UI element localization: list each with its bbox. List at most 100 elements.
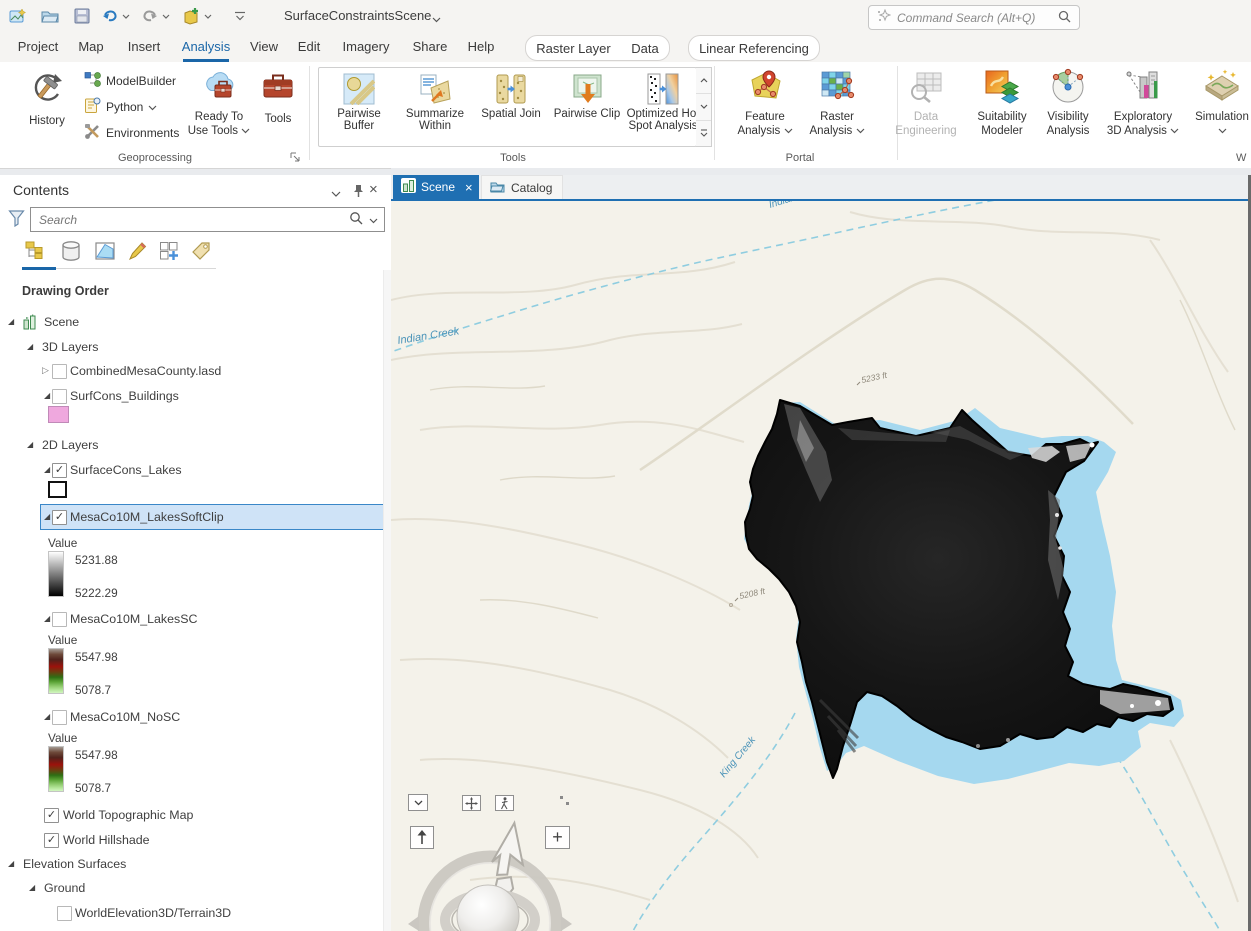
tree-item-world-hillshade[interactable]: ✓ World Hillshade [0,828,385,852]
suitability-modeler-button[interactable]: Suitability Modeler [968,66,1036,138]
close-scene-tab-icon[interactable]: × [465,180,473,195]
tree-item-surfacecons-lakes[interactable]: ◢ ✓ SurfaceCons_Lakes [0,458,385,482]
tab-editing[interactable] [124,237,150,265]
history-button[interactable]: History [18,66,76,128]
nosc-checkbox[interactable] [52,710,67,725]
nosc-color-ramp[interactable] [48,746,64,792]
navigator-east-tab[interactable] [561,916,572,931]
project-title[interactable]: SurfaceConstraintsScene [284,8,431,23]
add-data-icon[interactable] [183,7,201,25]
softclip-color-ramp[interactable] [48,551,64,597]
exploratory-3d-analysis-button[interactable]: Exploratory 3D Analysis [1106,66,1180,138]
tab-share[interactable]: Share [410,32,450,62]
pane-close-icon[interactable]: × [369,181,378,198]
tools-button[interactable]: Tools [254,66,302,126]
buildings-symbol-swatch[interactable] [48,406,69,423]
tab-help[interactable]: Help [464,32,498,62]
tab-view[interactable]: View [247,32,281,62]
walk-mode-button[interactable] [495,795,514,811]
terrain3d-checkbox[interactable] [57,906,72,921]
lakes-symbol-swatch[interactable] [48,481,67,498]
pairwise-clip-icon [549,73,625,108]
command-search[interactable]: Command Search (Alt+Q) [868,5,1080,30]
add-data-dropdown-chevron-icon[interactable] [203,7,213,25]
project-title-chevron-icon[interactable] [432,12,441,26]
tab-edit[interactable]: Edit [294,32,324,62]
expand-icon[interactable]: ◢ [8,310,14,334]
tab-insert[interactable]: Insert [124,32,164,62]
gallery-scroll-up-button[interactable] [696,68,711,94]
topo-checkbox[interactable]: ✓ [44,808,59,823]
modelbuilder-button[interactable]: ModelBuilder [84,70,176,92]
tree-item-terrain3d[interactable]: WorldElevation3D/Terrain3D [0,901,385,925]
tree-item-ground[interactable]: ◢ Ground [0,876,385,900]
feature-analysis-button[interactable]: Feature Analysis [731,66,799,138]
tree-item-2d-layers[interactable]: ◢ 2D Layers [0,433,385,457]
pan-mode-button[interactable] [462,795,481,811]
ready-to-use-tools-button[interactable]: Ready To Use Tools [185,66,253,138]
tree-item-lasd[interactable]: ▷ CombinedMesaCounty.lasd [0,359,385,383]
pairwise-clip-button[interactable]: Pairwise Clip [549,71,625,120]
tab-labeling[interactable] [188,237,214,265]
spatial-join-button[interactable]: Spatial Join [473,71,549,120]
lasd-checkbox[interactable] [52,364,67,379]
hillshade-checkbox[interactable]: ✓ [44,833,59,848]
simulation-button[interactable]: Simulation [1188,66,1251,138]
save-project-icon[interactable] [73,7,91,25]
tab-project[interactable]: Project [16,32,60,62]
tree-item-nosc[interactable]: ◢ MesaCo10M_NoSC [0,705,385,729]
undo-dropdown-chevron-icon[interactable] [121,7,131,25]
tab-data[interactable]: Data [631,41,658,56]
summarize-within-button[interactable]: Summarize Within [397,71,473,132]
tree-item-elevation-surfaces[interactable]: ◢ Elevation Surfaces [0,852,385,876]
tree-item-buildings[interactable]: ◢ SurfCons_Buildings [0,384,385,408]
tree-item-lakessc[interactable]: ◢ MesaCo10M_LakesSC [0,607,385,631]
new-project-icon[interactable] [9,7,27,25]
pairwise-buffer-button[interactable]: Pairwise Buffer [321,71,397,132]
lakes-checkbox[interactable]: ✓ [52,463,67,478]
search-chevron-icon[interactable] [369,213,378,227]
pane-chevron-icon[interactable] [331,187,341,201]
softclip-checkbox[interactable]: ✓ [52,510,67,525]
tab-drawing-order[interactable] [22,237,48,265]
open-project-icon[interactable] [41,7,59,25]
undo-icon[interactable] [101,7,119,25]
collapse-icon[interactable]: ▷ [42,359,49,383]
scene-navigator[interactable] [405,818,585,931]
command-search-placeholder: Command Search (Alt+Q) [897,11,1058,25]
tab-selection[interactable] [92,237,118,265]
tree-item-scene[interactable]: ◢ Scene [0,310,385,334]
navigator-west-tab[interactable] [408,916,419,931]
lakessc-checkbox[interactable] [52,612,67,627]
customize-quick-access-icon[interactable] [231,7,249,25]
tab-catalog-view[interactable]: Catalog [481,175,563,199]
gallery-expand-button[interactable] [696,121,711,146]
tab-imagery[interactable]: Imagery [340,32,392,62]
lakessc-color-ramp[interactable] [48,648,64,694]
tools-group-label: Tools [438,152,588,164]
tab-new-map[interactable] [156,237,182,265]
gallery-scroll-down-button[interactable] [696,94,711,120]
redo-icon[interactable] [141,7,159,25]
tab-linear-referencing[interactable]: Linear Referencing [699,41,809,56]
contents-search[interactable]: Search [30,207,385,232]
collapse-navigator-button[interactable] [408,794,428,811]
pane-pin-icon[interactable] [352,183,365,201]
tree-item-3d-layers[interactable]: ◢ 3D Layers [0,335,385,359]
tab-map[interactable]: Map [74,32,108,62]
tab-analysis[interactable]: Analysis [180,32,232,62]
tab-raster-layer[interactable]: Raster Layer [536,41,610,56]
optimized-hot-spot-button[interactable]: Optimized Hot Spot Analysis [625,71,701,132]
visibility-analysis-button[interactable]: Visibility Analysis [1034,66,1102,138]
raster-analysis-button[interactable]: Raster Analysis [803,66,871,138]
tree-item-softclip[interactable]: ◢ ✓ MesaCo10M_LakesSoftClip [0,505,385,529]
environments-button[interactable]: Environments [84,122,179,144]
tab-data-source[interactable] [58,237,84,265]
redo-dropdown-chevron-icon[interactable] [161,7,171,25]
tree-item-world-topo[interactable]: ✓ World Topographic Map [0,803,385,827]
python-button[interactable]: Python [84,96,157,118]
filter-icon[interactable] [8,209,25,230]
geoprocessing-launcher-icon[interactable] [289,151,301,166]
buildings-checkbox[interactable] [52,389,67,404]
tab-scene-view[interactable]: Scene × [393,175,479,199]
